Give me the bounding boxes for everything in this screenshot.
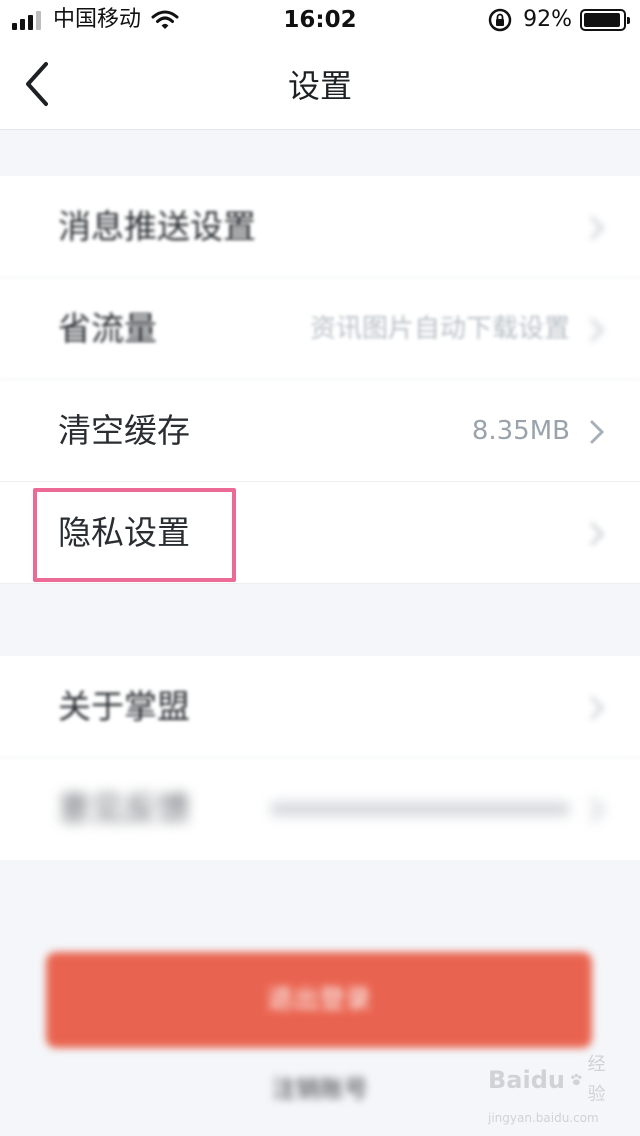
logout-label: 退出登录 [266,985,371,1015]
rotation-lock-icon [488,8,512,32]
settings-row-push[interactable]: 消息推送设置 [0,176,640,278]
watermark-cn: 经验 [587,1054,606,1105]
row-label: 意见反馈 [58,789,190,828]
highlight-box [33,488,236,582]
settings-row-data-saver[interactable]: 省流量 资讯图片自动下载设置 [0,278,640,380]
battery-percent: 92% [523,7,572,32]
baidu-watermark: Baidu 经验 jingyan.baidu.com [488,1050,608,1125]
paw-icon [571,1073,582,1086]
chevron-right-icon [590,696,605,720]
row-value: 资讯图片自动下载设置 [309,314,570,344]
row-label: 消息推送设置 [58,207,256,246]
settings-row-about[interactable]: 关于掌盟 [0,656,640,758]
chevron-right-icon [590,798,605,822]
settings-row-clear-cache[interactable]: 清空缓存 8.35MB [0,380,640,482]
watermark-url: jingyan.baidu.com [488,1111,599,1125]
row-value-placeholder [270,802,570,816]
page-title: 设置 [287,67,352,105]
status-bar: 中国移动 16:02 92% [0,0,640,40]
row-label: 关于掌盟 [58,687,190,726]
logout-button[interactable]: 退出登录 [46,952,592,1048]
chevron-right-icon [590,216,605,240]
chevron-right-icon [590,522,605,546]
settings-row-feedback[interactable]: 意见反馈 [0,758,640,860]
watermark-brand: Baidu [488,1066,565,1094]
chevron-right-icon [590,420,605,444]
row-label: 清空缓存 [58,411,190,450]
cache-size: 8.35MB [471,416,570,446]
settings-group-about: 关于掌盟 意见反馈 [0,656,640,860]
battery-icon [580,9,630,31]
watermark-logo: Baidu 经验 [488,1050,608,1110]
nav-bar: 设置 [0,40,640,130]
status-right: 92% [487,6,630,34]
row-label: 省流量 [58,309,157,348]
chevron-right-icon [590,318,605,342]
